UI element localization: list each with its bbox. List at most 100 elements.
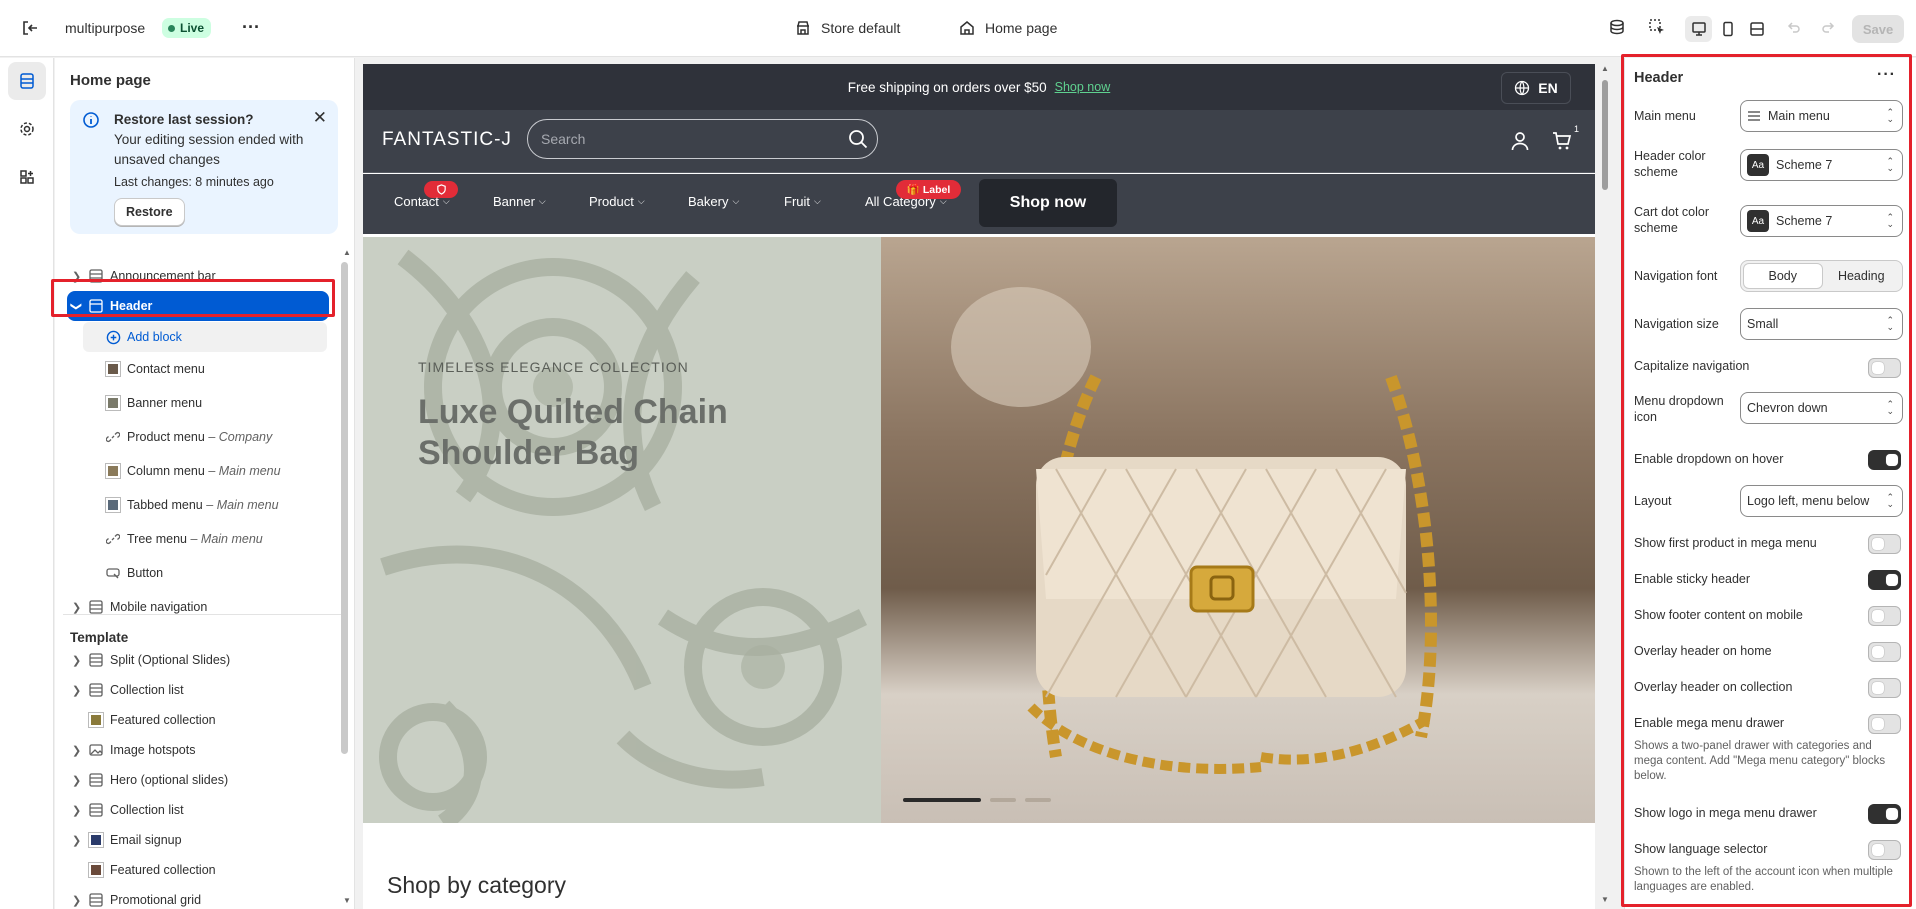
tree-item-name: Product menu bbox=[127, 430, 205, 444]
chevron-right-icon[interactable]: ❯ bbox=[72, 774, 81, 787]
tree-item-label: Image hotspots bbox=[110, 743, 196, 757]
chevron-down-icon: ⌵ bbox=[442, 196, 450, 206]
shop-by-category-heading: Shop by category bbox=[387, 872, 567, 898]
globe-icon bbox=[1515, 80, 1530, 96]
tree-item-name: Tabbed menu bbox=[127, 498, 203, 512]
store-header: FANTASTIC-J Search 1 bbox=[363, 110, 1595, 173]
handbag-image bbox=[951, 287, 1437, 774]
tree-item-product-menu[interactable]: Product menu – Company bbox=[55, 422, 345, 452]
nav-banner[interactable]: Banner ⌵ bbox=[493, 194, 546, 209]
tree-item-tabbed-menu[interactable]: Tabbed menu – Main menu bbox=[55, 490, 345, 520]
chevron-down-icon: ⌵ bbox=[732, 196, 740, 206]
chevron-right-icon[interactable]: ❯ bbox=[72, 744, 81, 757]
gift-icon: 🎁 bbox=[906, 184, 920, 196]
left-scrollbar[interactable] bbox=[341, 262, 348, 754]
scroll-down-arrow-icon[interactable]: ▼ bbox=[1601, 895, 1609, 904]
tree-item-label: Product menu – Company bbox=[127, 430, 272, 444]
shop-now-button[interactable]: Shop now bbox=[979, 179, 1117, 227]
store-name: multipurpose bbox=[65, 20, 146, 36]
tree-item-name: Tree menu bbox=[127, 532, 187, 546]
chevron-right-icon[interactable]: ❯ bbox=[72, 654, 81, 667]
tree-item-column-menu[interactable]: Column menu – Main menu bbox=[55, 456, 345, 486]
close-icon[interactable]: ✕ bbox=[313, 108, 327, 128]
apps-icon[interactable] bbox=[8, 158, 46, 196]
store-logo[interactable]: FANTASTIC-J bbox=[382, 129, 512, 151]
account-icon[interactable] bbox=[1510, 131, 1530, 151]
tree-item-button[interactable]: Button bbox=[55, 558, 345, 588]
page-selector[interactable]: Home page bbox=[958, 19, 1057, 37]
preview-scrollbar[interactable]: ▲ ▼ bbox=[1600, 64, 1610, 909]
add-block-button[interactable]: Add block bbox=[83, 322, 327, 352]
announcement-link[interactable]: Shop now bbox=[1055, 80, 1111, 94]
cart-icon[interactable] bbox=[1552, 131, 1572, 151]
restore-last-changes: Last changes: 8 minutes ago bbox=[114, 175, 274, 189]
tree-item-featured-collection[interactable]: Featured collection bbox=[55, 705, 345, 735]
exit-icon[interactable] bbox=[20, 18, 40, 38]
section-icon bbox=[89, 600, 103, 614]
status-badge-label: Live bbox=[180, 21, 205, 35]
page-name: Home page bbox=[985, 20, 1058, 36]
nav-contact[interactable]: Contact ⌵ bbox=[394, 194, 450, 209]
section-icon bbox=[89, 803, 103, 817]
language-selector[interactable]: EN bbox=[1501, 72, 1571, 104]
add-block-label: Add block bbox=[127, 330, 182, 344]
chevron-right-icon[interactable]: ❯ bbox=[72, 804, 81, 817]
chevron-right-icon[interactable]: ❯ bbox=[72, 894, 81, 907]
slide-dot-3[interactable] bbox=[1025, 798, 1051, 802]
more-actions-icon[interactable]: ··· bbox=[242, 17, 260, 38]
hero-kicker: TIMELESS ELEGANCE COLLECTION bbox=[418, 359, 689, 375]
tree-item-label: Collection list bbox=[110, 683, 184, 697]
fullscreen-view-icon[interactable] bbox=[1744, 16, 1771, 42]
chevron-right-icon[interactable]: ❯ bbox=[72, 834, 81, 847]
nav-bakery[interactable]: Bakery ⌵ bbox=[688, 194, 739, 209]
inspect-icon[interactable] bbox=[1648, 18, 1666, 36]
tree-item-sub-value: Company bbox=[218, 430, 273, 444]
image-thumbnail-icon bbox=[105, 361, 121, 377]
tree-item-image-hotspots[interactable]: ❯ Image hotspots bbox=[55, 735, 345, 765]
tree-item-contact-menu[interactable]: Contact menu bbox=[55, 354, 345, 384]
tree-item-email-signup[interactable]: ❯ Email signup bbox=[55, 825, 345, 855]
restore-button[interactable]: Restore bbox=[114, 198, 185, 226]
tree-item-banner-menu[interactable]: Banner menu bbox=[55, 388, 345, 418]
tree-item-label: Tabbed menu – Main menu bbox=[127, 498, 279, 512]
theme-selector[interactable]: Store default bbox=[794, 19, 900, 37]
undo-icon[interactable] bbox=[1786, 20, 1802, 36]
tree-item-featured-collection-2[interactable]: Featured collection bbox=[55, 855, 345, 885]
chevron-right-icon[interactable]: ❯ bbox=[72, 684, 81, 697]
tree-item-collection-list[interactable]: ❯ Collection list bbox=[55, 675, 345, 705]
tree-item-split[interactable]: ❯ Split (Optional Slides) bbox=[55, 645, 345, 675]
scroll-up-arrow-icon[interactable]: ▲ bbox=[1601, 64, 1609, 73]
redo-icon[interactable] bbox=[1820, 20, 1836, 36]
database-icon[interactable] bbox=[1608, 18, 1626, 36]
nav-product[interactable]: Product ⌵ bbox=[589, 194, 645, 209]
store-search-input[interactable]: Search bbox=[527, 119, 878, 159]
tree-item-label: Button bbox=[127, 566, 164, 580]
tree-item-tree-menu[interactable]: Tree menu – Main menu bbox=[55, 524, 345, 554]
sections-icon[interactable] bbox=[8, 62, 46, 100]
floral-pattern bbox=[379, 249, 868, 823]
template-heading: Template bbox=[70, 630, 129, 645]
language-code: EN bbox=[1538, 80, 1558, 96]
tree-item-mobile-navigation[interactable]: ❯ Mobile navigation bbox=[55, 592, 345, 622]
nav-fruit[interactable]: Fruit ⌵ bbox=[784, 194, 821, 209]
scroll-down-arrow-icon[interactable]: ▼ bbox=[343, 896, 351, 905]
tree-item-hero[interactable]: ❯ Hero (optional slides) bbox=[55, 765, 345, 795]
store-preview: Free shipping on orders over $50 Shop no… bbox=[363, 64, 1595, 909]
scroll-up-arrow-icon[interactable]: ▲ bbox=[343, 248, 351, 257]
nav-label: Bakery bbox=[688, 194, 729, 209]
link-icon bbox=[106, 431, 120, 443]
slide-dot-1[interactable] bbox=[903, 798, 981, 802]
chevron-down-icon: ⌵ bbox=[814, 196, 821, 206]
tree-item-label: Featured collection bbox=[110, 713, 216, 727]
nav-label: Product bbox=[589, 194, 634, 209]
search-icon[interactable] bbox=[848, 129, 868, 149]
settings-gear-icon[interactable] bbox=[8, 110, 46, 148]
preview-scroll-thumb[interactable] bbox=[1602, 80, 1608, 190]
desktop-view-icon[interactable] bbox=[1685, 16, 1713, 42]
chevron-right-icon[interactable]: ❯ bbox=[72, 601, 81, 614]
tree-item-promotional-grid[interactable]: ❯ Promotional grid bbox=[55, 885, 345, 909]
save-button[interactable]: Save bbox=[1852, 15, 1904, 43]
tree-item-collection-list-2[interactable]: ❯ Collection list bbox=[55, 795, 345, 825]
slide-dot-2[interactable] bbox=[990, 798, 1016, 802]
mobile-view-icon[interactable] bbox=[1714, 16, 1741, 42]
